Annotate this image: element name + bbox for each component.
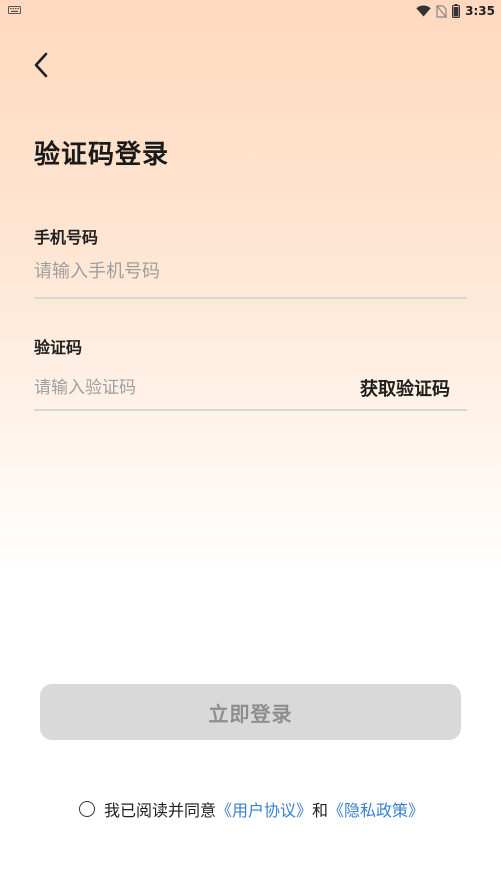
status-time: 3:35 (465, 4, 495, 18)
back-button[interactable] (26, 48, 56, 82)
phone-input[interactable] (34, 258, 467, 284)
status-icons: 3:35 (416, 2, 495, 20)
user-agreement-link[interactable]: 《用户协议》 (216, 797, 312, 821)
code-input[interactable] (34, 376, 334, 400)
battery-icon (452, 4, 461, 18)
status-bar: 3:35 (0, 0, 501, 22)
phone-label: 手机号码 (34, 228, 99, 247)
wifi-icon (416, 5, 431, 17)
no-sim-icon (436, 4, 448, 18)
chevron-left-icon (34, 52, 48, 78)
agreement-conjunction: 和 (312, 801, 329, 820)
page-title: 验证码登录 (34, 140, 170, 170)
code-label: 验证码 (34, 338, 83, 357)
get-code-button[interactable]: 获取验证码 (360, 375, 450, 401)
agreement-radio[interactable] (79, 801, 95, 817)
keyboard-icon (8, 6, 21, 14)
phone-divider (34, 297, 467, 299)
login-button[interactable]: 立即登录 (40, 684, 461, 740)
agreement-prefix: 我已阅读并同意 (104, 801, 217, 820)
agreement-row: 我已阅读并同意 《用户协议》 和 《隐私政策》 (79, 797, 424, 821)
privacy-policy-link[interactable]: 《隐私政策》 (328, 797, 424, 821)
code-divider (34, 409, 467, 411)
